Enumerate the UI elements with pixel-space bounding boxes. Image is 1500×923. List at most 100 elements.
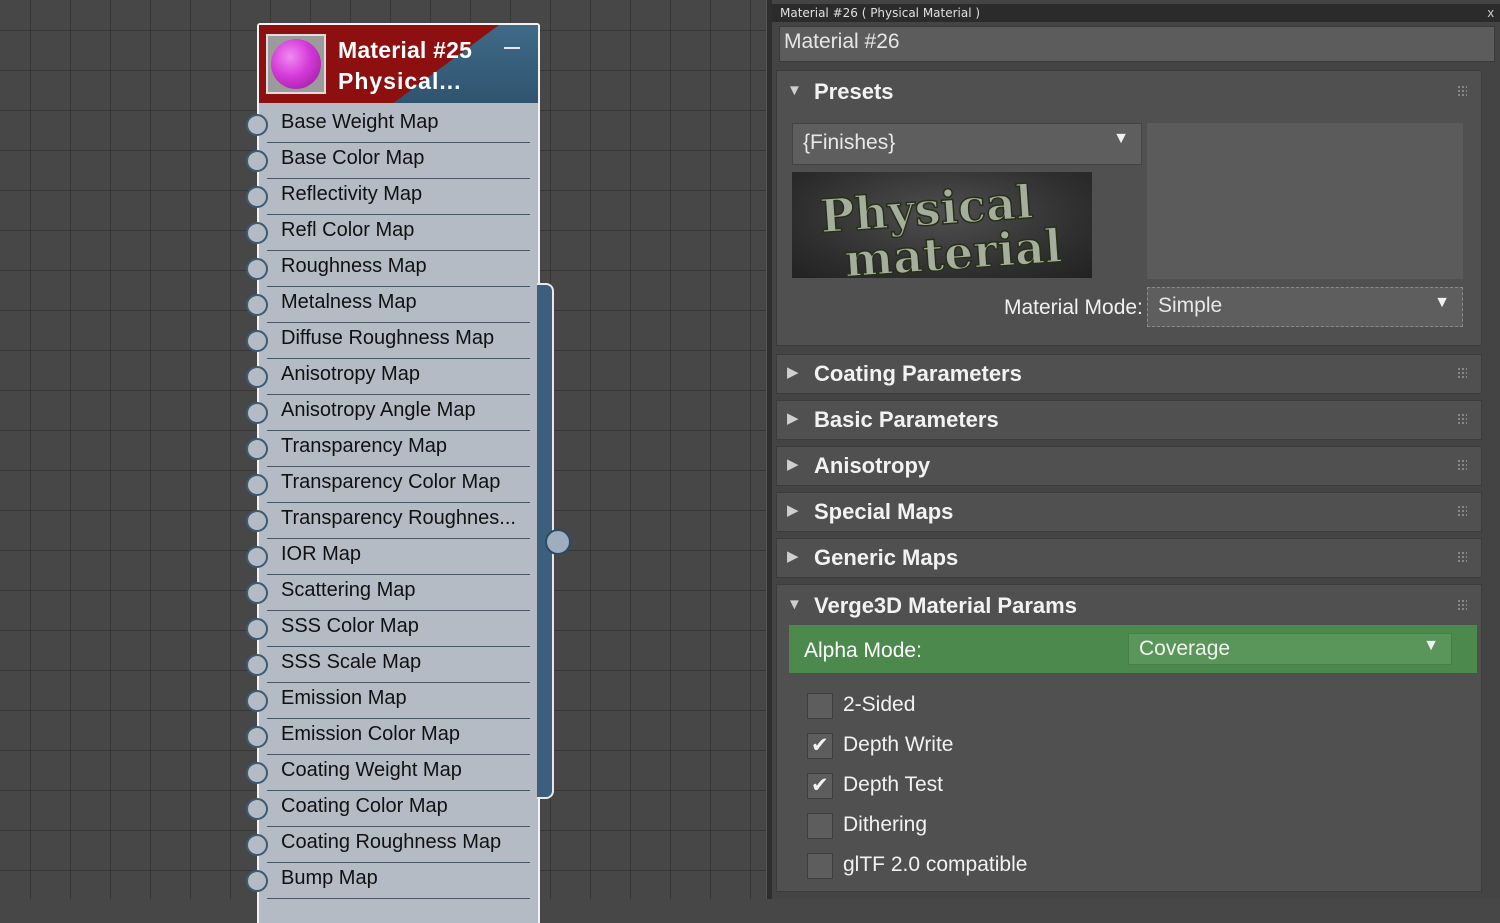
input-socket[interactable] <box>246 690 268 712</box>
material-mode-value: Simple <box>1158 294 1223 317</box>
checkbox[interactable] <box>807 853 833 879</box>
node-slot[interactable]: Bump Map <box>246 865 538 901</box>
checkbox[interactable]: ✔ <box>807 733 833 759</box>
node-slot[interactable]: Transparency Color Map <box>246 469 538 505</box>
checkbox-label: Depth Test <box>843 773 944 796</box>
node-slot[interactable]: Base Color Map <box>246 145 538 181</box>
slot-label: Bump Map <box>281 867 378 889</box>
checkbox[interactable] <box>807 693 833 719</box>
minimize-icon[interactable] <box>504 47 520 49</box>
slot-label: Base Weight Map <box>281 111 439 133</box>
rollout-header[interactable]: ▶ Coating Parameters <box>777 355 1481 397</box>
input-socket[interactable] <box>246 726 268 748</box>
slot-divider <box>267 142 530 143</box>
rollout-collapsed[interactable]: ▶ Special Maps <box>776 492 1482 532</box>
slot-divider <box>267 646 530 647</box>
input-socket[interactable] <box>246 510 268 532</box>
input-socket[interactable] <box>246 546 268 568</box>
grip-dots-icon[interactable] <box>1457 413 1467 425</box>
checkbox-row[interactable]: glTF 2.0 compatible <box>807 851 1207 881</box>
rollout-header-verge3d[interactable]: ▼ Verge3D Material Params <box>777 585 1481 627</box>
rollout-collapsed[interactable]: ▶ Anisotropy <box>776 446 1482 486</box>
node-header[interactable]: Material #25 Physical... <box>259 25 538 103</box>
checkbox-label: 2-Sided <box>843 693 916 716</box>
slot-divider <box>267 322 530 323</box>
grip-dots-icon[interactable] <box>1457 505 1467 517</box>
preset-value: {Finishes} <box>803 131 896 154</box>
input-socket[interactable] <box>246 834 268 856</box>
input-socket[interactable] <box>246 330 268 352</box>
grip-dots-icon[interactable] <box>1457 367 1467 379</box>
node-slot[interactable]: Base Weight Map <box>246 109 538 145</box>
input-socket[interactable] <box>246 798 268 820</box>
dropdown-arrow-icon: ▼ <box>1423 637 1439 654</box>
input-socket[interactable] <box>246 474 268 496</box>
node-slot[interactable]: Reflectivity Map <box>246 181 538 217</box>
input-socket[interactable] <box>246 654 268 676</box>
rollout-collapsed[interactable]: ▶ Generic Maps <box>776 538 1482 578</box>
node-slot[interactable]: Coating Color Map <box>246 793 538 829</box>
node-slot[interactable]: Metalness Map <box>246 289 538 325</box>
triangle-right-icon: ▶ <box>787 364 799 381</box>
rollout-header[interactable]: ▶ Special Maps <box>777 493 1481 535</box>
grip-dots-icon[interactable] <box>1457 459 1467 471</box>
input-socket[interactable] <box>246 258 268 280</box>
input-socket[interactable] <box>246 582 268 604</box>
input-socket[interactable] <box>246 114 268 136</box>
slot-label: SSS Color Map <box>281 615 419 637</box>
slot-label: IOR Map <box>281 543 362 565</box>
node-output-socket[interactable] <box>545 529 571 555</box>
rollout-header[interactable]: ▶ Generic Maps <box>777 539 1481 581</box>
alpha-mode-dropdown[interactable]: Coverage ▼ <box>1128 633 1452 665</box>
alpha-mode-value: Coverage <box>1139 637 1231 660</box>
material-mode-dropdown[interactable]: Simple ▼ <box>1147 287 1463 327</box>
checkbox-row[interactable]: Dithering <box>807 811 1207 841</box>
grip-dots-icon[interactable] <box>1457 551 1467 563</box>
node-slot[interactable]: SSS Color Map <box>246 613 538 649</box>
preset-dropdown[interactable]: {Finishes} ▼ <box>792 123 1142 165</box>
checkbox[interactable] <box>807 813 833 839</box>
input-socket[interactable] <box>246 294 268 316</box>
input-socket[interactable] <box>246 222 268 244</box>
rollout-header[interactable]: ▶ Anisotropy <box>777 447 1481 489</box>
close-icon[interactable]: x <box>1488 5 1495 20</box>
input-socket[interactable] <box>246 870 268 892</box>
node-slot[interactable]: Coating Weight Map <box>246 757 538 793</box>
node-slot[interactable]: Scattering Map <box>246 577 538 613</box>
node-slot[interactable]: Anisotropy Map <box>246 361 538 397</box>
input-socket[interactable] <box>246 186 268 208</box>
material-node[interactable]: Material #25 Physical... Base Weight Map… <box>246 23 540 923</box>
node-slot[interactable]: Transparency Roughnes... <box>246 505 538 541</box>
node-slot[interactable]: Coating Roughness Map <box>246 829 538 865</box>
node-slot[interactable]: Roughness Map <box>246 253 538 289</box>
node-slot[interactable]: Diffuse Roughness Map <box>246 325 538 361</box>
slot-divider <box>267 502 530 503</box>
node-slot[interactable]: Emission Map <box>246 685 538 721</box>
node-slot[interactable]: IOR Map <box>246 541 538 577</box>
input-socket[interactable] <box>246 150 268 172</box>
node-slot[interactable]: SSS Scale Map <box>246 649 538 685</box>
rollout-collapsed[interactable]: ▶ Coating Parameters <box>776 354 1482 394</box>
node-slot[interactable]: Refl Color Map <box>246 217 538 253</box>
input-socket[interactable] <box>246 762 268 784</box>
node-slot[interactable]: Anisotropy Angle Map <box>246 397 538 433</box>
rollout-presets: ▼ Presets {Finishes} ▼ Physical material… <box>776 70 1482 346</box>
grip-dots-icon[interactable] <box>1457 85 1467 97</box>
material-name-field[interactable]: Material #26 <box>779 26 1495 62</box>
rollout-header[interactable]: ▶ Basic Parameters <box>777 401 1481 443</box>
checkbox-row[interactable]: ✔ Depth Test <box>807 771 1207 801</box>
input-socket[interactable] <box>246 618 268 640</box>
checkbox[interactable]: ✔ <box>807 773 833 799</box>
node-graph-canvas[interactable]: Material #25 Physical... Base Weight Map… <box>0 0 768 923</box>
slot-divider <box>267 358 530 359</box>
rollout-header-presets[interactable]: ▼ Presets <box>777 71 1481 113</box>
checkbox-row[interactable]: 2-Sided <box>807 691 1207 721</box>
rollout-collapsed[interactable]: ▶ Basic Parameters <box>776 400 1482 440</box>
grip-dots-icon[interactable] <box>1457 599 1467 611</box>
node-slot[interactable]: Emission Color Map <box>246 721 538 757</box>
input-socket[interactable] <box>246 438 268 460</box>
node-slot[interactable]: Transparency Map <box>246 433 538 469</box>
checkbox-row[interactable]: ✔ Depth Write <box>807 731 1207 761</box>
input-socket[interactable] <box>246 402 268 424</box>
input-socket[interactable] <box>246 366 268 388</box>
